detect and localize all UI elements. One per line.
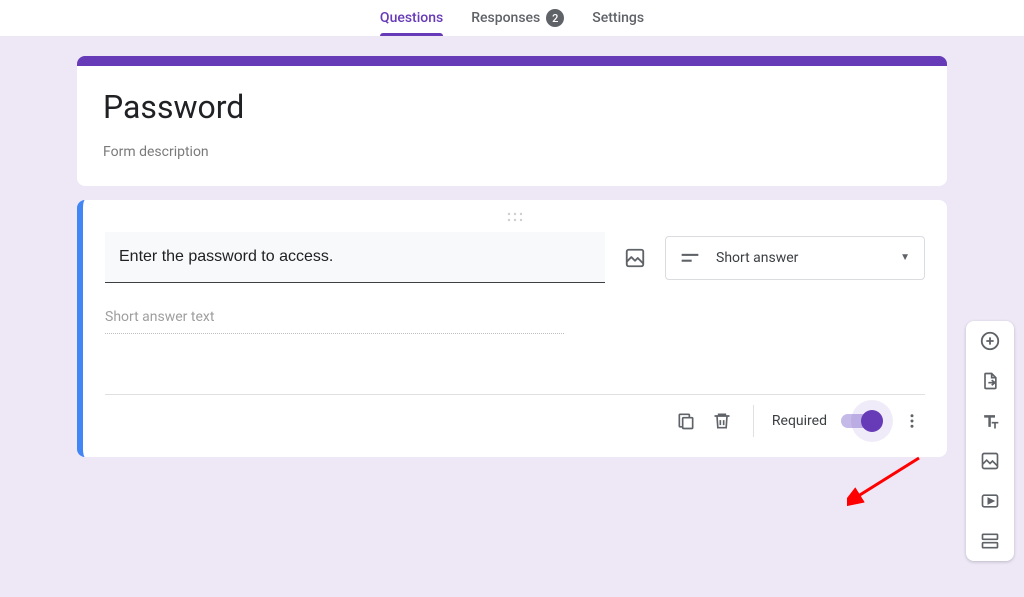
tab-label: Settings bbox=[592, 10, 644, 26]
drag-handle-icon[interactable] bbox=[105, 210, 925, 228]
answer-placeholder: Short answer text bbox=[105, 301, 564, 334]
tab-settings[interactable]: Settings bbox=[592, 2, 644, 34]
add-title-icon[interactable] bbox=[978, 409, 1002, 433]
add-question-icon[interactable] bbox=[978, 329, 1002, 353]
duplicate-icon[interactable] bbox=[673, 408, 699, 434]
form-description[interactable]: Form description bbox=[103, 144, 921, 160]
required-label: Required bbox=[772, 413, 827, 429]
question-text-input[interactable] bbox=[105, 232, 605, 283]
delete-icon[interactable] bbox=[709, 408, 735, 434]
chevron-down-icon: ▼ bbox=[900, 252, 910, 263]
short-answer-icon bbox=[680, 251, 700, 265]
tab-label: Responses bbox=[471, 10, 540, 26]
floating-toolbar bbox=[966, 321, 1014, 561]
question-card[interactable]: Short answer ▼ Short answer text Requi bbox=[77, 200, 947, 457]
more-options-icon[interactable] bbox=[899, 408, 925, 434]
form-canvas: Password Form description bbox=[0, 36, 1024, 597]
annotation-arrow bbox=[847, 454, 927, 506]
required-toggle[interactable] bbox=[841, 414, 879, 428]
responses-count-badge: 2 bbox=[546, 9, 564, 27]
form-header-card[interactable]: Password Form description bbox=[77, 56, 947, 186]
tab-responses[interactable]: Responses 2 bbox=[471, 1, 564, 35]
form-title[interactable]: Password bbox=[103, 88, 921, 126]
tab-label: Questions bbox=[380, 10, 443, 26]
top-tabs: Questions Responses 2 Settings bbox=[0, 0, 1024, 36]
dropdown-label: Short answer bbox=[716, 250, 884, 266]
add-section-icon[interactable] bbox=[978, 529, 1002, 553]
question-footer: Required bbox=[105, 394, 925, 451]
divider bbox=[753, 405, 754, 437]
question-type-dropdown[interactable]: Short answer ▼ bbox=[665, 236, 925, 280]
add-image-icon[interactable] bbox=[623, 246, 647, 270]
tab-questions[interactable]: Questions bbox=[380, 2, 443, 34]
add-image-toolbar-icon[interactable] bbox=[978, 449, 1002, 473]
import-questions-icon[interactable] bbox=[978, 369, 1002, 393]
add-video-icon[interactable] bbox=[978, 489, 1002, 513]
